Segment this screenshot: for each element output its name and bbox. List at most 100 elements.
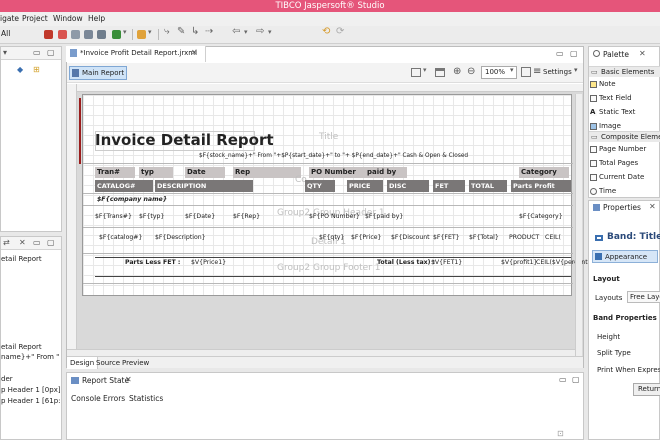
field-trans[interactable]: $F{Trans#}	[95, 213, 132, 220]
palette-item-text-field[interactable]: Text Field	[590, 94, 632, 102]
report-icon[interactable]	[84, 30, 93, 39]
palette-item-current-date[interactable]: Current Date	[590, 173, 644, 181]
report-state-maximize-icon[interactable]: ▢	[572, 375, 580, 384]
pdf-icon[interactable]	[58, 30, 67, 39]
settings-icon[interactable]: ≡	[533, 66, 541, 77]
editor-tab[interactable]: *Invoice Profit Detail Report.jrxml ✕	[66, 46, 206, 62]
properties-title[interactable]: Properties	[603, 203, 641, 212]
tab-statistics[interactable]: Statistics	[129, 394, 163, 403]
zoom-dropdown-icon[interactable]: ▾	[510, 66, 514, 74]
report-state-title[interactable]: Report State	[82, 376, 129, 385]
run-dropdown-icon[interactable]: ▾	[123, 28, 127, 36]
zoom-out-icon[interactable]: ⊖	[467, 66, 475, 77]
field-catalog[interactable]: $F{catalog#}	[99, 234, 142, 241]
palette-item-static-text[interactable]: A Static Text	[590, 108, 635, 116]
back-dropdown-icon[interactable]: ▾	[244, 28, 248, 36]
header-paid-by[interactable]: paid by	[365, 167, 407, 178]
back-icon[interactable]: ⇦	[232, 26, 240, 37]
close-report-state-icon[interactable]: ✕	[125, 375, 132, 384]
field-qty[interactable]: $F{qty}	[319, 234, 344, 241]
minimize-icon[interactable]: ▭	[33, 48, 41, 58]
palette-item-total-pages[interactable]: Total Pages	[590, 159, 638, 167]
field-rep[interactable]: $F{Rep}	[233, 213, 260, 220]
field-price[interactable]: $F{Price}	[351, 234, 381, 241]
outline-icon[interactable]: ⇄	[3, 238, 10, 248]
preview-icon[interactable]	[411, 68, 421, 77]
header-date[interactable]: Date	[185, 167, 225, 178]
outline-minimize-icon[interactable]: ▭	[33, 238, 41, 248]
field-category[interactable]: $F{Category}	[519, 213, 563, 220]
layouts-select[interactable]: Free Layout	[627, 291, 660, 303]
profit1-variable[interactable]: $V{profit1}	[501, 259, 537, 266]
menu-help[interactable]: Help	[88, 13, 105, 25]
subtitle-expression[interactable]: $F{stock_name}+" From "+$P{start_date}+"…	[199, 153, 468, 159]
field-date[interactable]: $F{Date}	[185, 213, 215, 220]
field-discount[interactable]: $F{Discount	[391, 234, 430, 241]
field-ceil[interactable]: CEIL(	[545, 234, 561, 241]
outline-item[interactable]: etail Report	[1, 343, 42, 351]
maximize-icon[interactable]: ▢	[47, 48, 55, 58]
menu-project[interactable]: Project	[22, 13, 48, 25]
menu-navigate[interactable]: igate	[0, 13, 19, 25]
palette-item-time[interactable]: Time	[590, 187, 616, 195]
header-category[interactable]: Category	[519, 167, 569, 178]
close-palette-icon[interactable]: ✕	[639, 49, 646, 58]
outline-close-icon[interactable]: ✕	[19, 238, 26, 248]
edit-icon[interactable]: ✎	[177, 26, 185, 37]
col-price[interactable]: PRICE	[347, 180, 383, 192]
collapse-section-icon[interactable]: ▭	[591, 132, 598, 143]
total-less-tax-label[interactable]: Total (Less tax) :	[377, 259, 435, 266]
layout-icon[interactable]	[435, 68, 445, 77]
outline-maximize-icon[interactable]: ▢	[47, 238, 55, 248]
report-page[interactable]: Invoice Detail Report Title $F{stock_nam…	[82, 94, 598, 296]
export-icon[interactable]	[71, 30, 80, 39]
dataset-icon[interactable]	[97, 30, 106, 39]
main-report-button[interactable]: Main Report	[69, 66, 127, 80]
preview-dropdown-icon[interactable]: ▾	[423, 66, 427, 74]
link-editor-icon[interactable]: ⊞	[33, 65, 40, 75]
palette-item-page-number[interactable]: Page Number	[590, 145, 646, 153]
palette-item-note[interactable]: Note	[590, 80, 616, 88]
forward-dropdown-icon[interactable]: ▾	[268, 28, 272, 36]
header-typ[interactable]: typ	[139, 167, 173, 178]
field-typ[interactable]: $F{typ}	[139, 213, 164, 220]
field-total[interactable]: $F{Total}	[469, 234, 499, 241]
tab-errors[interactable]: Errors	[103, 394, 125, 403]
close-properties-icon[interactable]: ✕	[649, 202, 656, 211]
field-po-number[interactable]: $F{PO Number}	[309, 213, 360, 220]
vertical-scrollbar[interactable]	[575, 94, 582, 356]
tab-console[interactable]: Console	[71, 394, 101, 403]
stop-icon[interactable]	[44, 30, 53, 39]
view-menu-icon[interactable]: ▾	[3, 48, 7, 58]
col-catalog[interactable]: CATALOG#	[95, 180, 153, 192]
settings-dropdown-icon[interactable]: ▾	[574, 66, 578, 74]
close-tab-icon[interactable]: ✕	[191, 48, 198, 57]
field-product[interactable]: PRODUCT	[509, 234, 539, 241]
tab-appearance[interactable]: Appearance	[592, 250, 658, 263]
col-parts-profit[interactable]: Parts Profit	[511, 180, 571, 192]
next-edit-icon[interactable]: ⇢	[205, 26, 213, 37]
palette-item-image[interactable]: Image	[590, 122, 621, 130]
outline-item[interactable]: name}+" From "	[1, 353, 59, 361]
fet1-variable[interactable]: $V{FET1}	[431, 259, 462, 266]
header-po-number[interactable]: PO Number	[309, 167, 367, 178]
editor-minimize-icon[interactable]: ▭	[556, 49, 564, 58]
header-rep[interactable]: Rep	[233, 167, 301, 178]
outline-item[interactable]: p Header 1 [0px]	[1, 386, 61, 394]
col-fet[interactable]: FET	[433, 180, 465, 192]
col-description[interactable]: DESCRIPTION	[155, 180, 253, 192]
header-tran[interactable]: Tran#	[95, 167, 135, 178]
col-disc[interactable]: DISC	[387, 180, 429, 192]
fit-page-icon[interactable]	[521, 67, 531, 77]
collapse-section-icon[interactable]: ▭	[591, 67, 598, 78]
outline-item[interactable]: der	[1, 375, 13, 383]
field-description[interactable]: $F{Description}	[155, 234, 206, 241]
palette-section-basic[interactable]: ▭ Basic Elements	[589, 66, 660, 77]
wand-dropdown-icon[interactable]: ▾	[148, 28, 152, 36]
outline-item[interactable]: etail Report	[1, 255, 42, 263]
report-state-minimize-icon[interactable]: ▭	[559, 375, 567, 384]
field-paid-by[interactable]: $F{paid by}	[365, 213, 403, 220]
horizontal-scrollbar[interactable]	[67, 349, 575, 356]
settings-button[interactable]: Settings	[543, 68, 572, 76]
menu-window[interactable]: Window	[53, 13, 83, 25]
